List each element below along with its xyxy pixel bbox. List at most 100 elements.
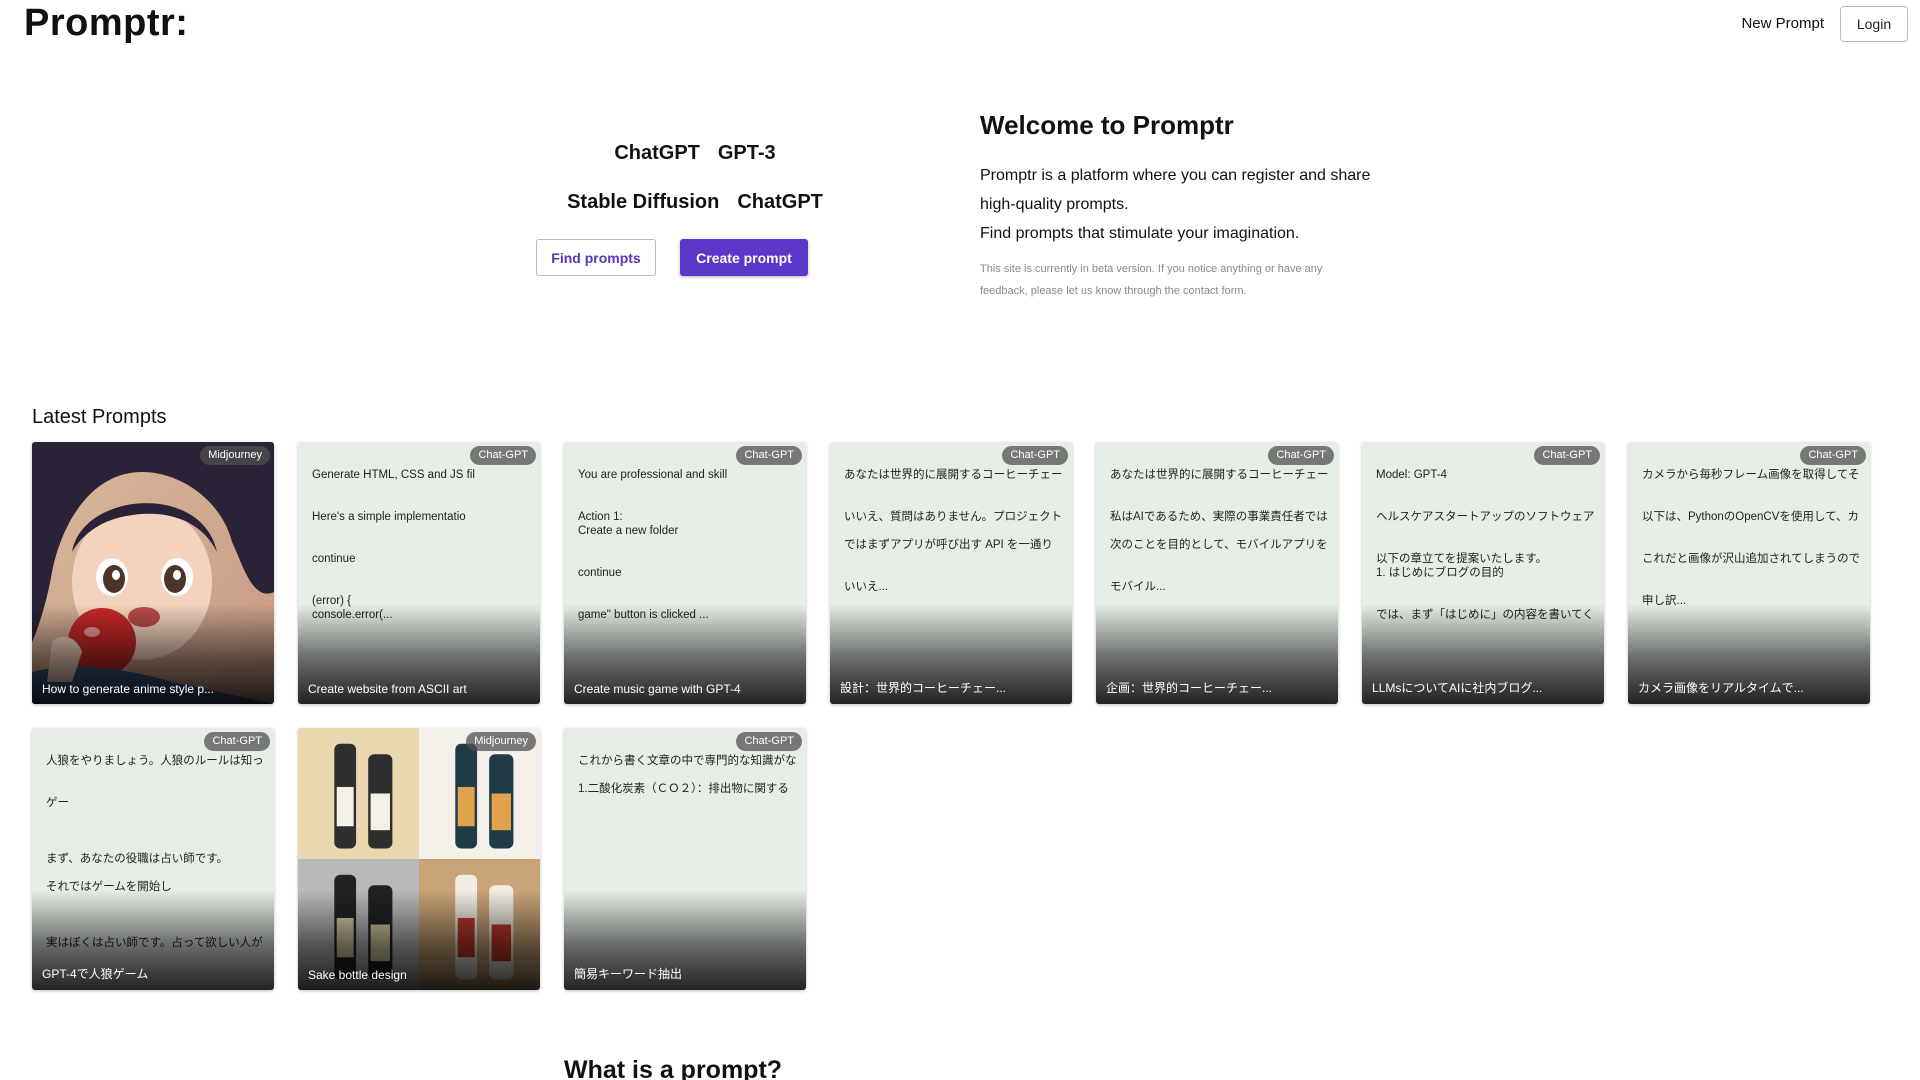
prompt-preview-text: Model: GPT-4 ヘルスケアスタートアップのソフトウェア 以下の章立てを提案… bbox=[1376, 468, 1604, 622]
prompt-preview-line: Generate HTML, CSS and JS fil bbox=[312, 469, 475, 481]
prompt-preview-line bbox=[844, 482, 1072, 496]
prompt-preview-line bbox=[1376, 538, 1604, 552]
model-badge: Chat-GPT bbox=[470, 446, 536, 465]
keyword-stable-diffusion: Stable Diffusion bbox=[567, 191, 720, 213]
prompt-preview-text: Generate HTML, CSS and JS fil Here's a si… bbox=[312, 468, 540, 622]
prompt-preview-line: あなたは世界的に展開するコーヒーチェー bbox=[1110, 469, 1329, 481]
prompt-preview-line: You are professional and skill bbox=[578, 469, 728, 481]
prompt-card[interactable]: これから書く文章の中で専門的な知識がな 1.二酸化炭素（ＣＯ２）：排出物に関する C… bbox=[564, 728, 806, 990]
prompt-preview-line bbox=[312, 482, 540, 496]
prompt-card[interactable]: あなたは世界的に展開するコーヒーチェー いいえ、質問はありません。プロジェクト では… bbox=[830, 442, 1072, 704]
prompt-preview-line: いいえ、質問はありません。プロジェクト bbox=[844, 511, 1063, 523]
prompt-card-title: LLMsについてAIに社内ブログ... bbox=[1372, 681, 1543, 695]
prompt-preview-line bbox=[312, 496, 540, 510]
prompt-preview-line: ゲー bbox=[46, 797, 69, 809]
prompt-preview-text: You are professional and skill Action 1: C… bbox=[578, 468, 806, 622]
prompt-preview-line bbox=[1110, 482, 1338, 496]
prompt-preview-line bbox=[1642, 580, 1870, 594]
prompt-card-title: 設計：世界的コーヒーチェー... bbox=[840, 681, 1007, 695]
prompt-preview-line: 次のことを目的として、モバイルアプリを bbox=[1110, 539, 1328, 551]
prompt-preview-line: 以下の章立てを提案いたします。 bbox=[1376, 553, 1548, 565]
prompt-preview-line: これだと画像が沢山追加されてしまうので bbox=[1642, 553, 1861, 565]
prompt-preview-line bbox=[578, 538, 806, 552]
model-badge: Chat-GPT bbox=[1534, 446, 1600, 465]
prompt-card-title: Create music game with GPT-4 bbox=[574, 682, 741, 696]
prompt-preview-line bbox=[1376, 524, 1604, 538]
prompt-preview-line bbox=[1376, 482, 1604, 496]
prompt-card[interactable]: Model: GPT-4 ヘルスケアスタートアップのソフトウェア 以下の章立てを提案… bbox=[1362, 442, 1604, 704]
prompt-preview-line bbox=[578, 768, 806, 782]
model-badge: Midjourney bbox=[466, 732, 536, 751]
model-badge: Chat-GPT bbox=[736, 732, 802, 751]
prompt-preview-line bbox=[46, 824, 274, 838]
prompt-preview-line bbox=[578, 482, 806, 496]
prompt-preview-line bbox=[1110, 524, 1338, 538]
beta-note-line: feedback, please let us know through the… bbox=[980, 285, 1247, 297]
top-header: Promptr: New Prompt Login bbox=[0, 0, 1920, 64]
prompt-preview-line bbox=[844, 552, 1072, 566]
new-prompt-link[interactable]: New Prompt bbox=[1741, 14, 1824, 34]
prompt-preview-line bbox=[46, 768, 274, 782]
prompt-card[interactable]: Midjourney Sake bottle design bbox=[298, 728, 540, 990]
model-badge: Chat-GPT bbox=[1002, 446, 1068, 465]
prompt-preview-line: ではまずアプリが呼び出す API を一通り bbox=[844, 539, 1053, 551]
prompt-preview-line: まず、あなたの役職は占い師です。 bbox=[46, 853, 229, 865]
prompt-card[interactable]: Midjourney How to generate anime style p.… bbox=[32, 442, 274, 704]
prompt-preview-line: いいえ... bbox=[844, 581, 889, 593]
prompt-card[interactable]: カメラから毎秒フレーム画像を取得してそ 以下は、PythonのOpenCVを使用し… bbox=[1628, 442, 1870, 704]
beta-note-line: This site is currently in beta version. … bbox=[980, 263, 1323, 275]
prompt-card[interactable]: あなたは世界的に展開するコーヒーチェー 私はAIであるため、実際の事業責任者では次… bbox=[1096, 442, 1338, 704]
prompt-preview-line bbox=[1376, 580, 1604, 594]
beta-note: This site is currently in beta version. … bbox=[980, 258, 1400, 302]
keyword-chatgpt-2: ChatGPT bbox=[737, 191, 823, 213]
prompt-preview-line: これから書く文章の中で専門的な知識がな bbox=[578, 755, 797, 767]
prompt-preview-line: Action 1: bbox=[578, 511, 623, 523]
prompt-preview-text: あなたは世界的に展開するコーヒーチェー 私はAIであるため、実際の事業責任者では次… bbox=[1110, 468, 1338, 594]
prompt-preview-line bbox=[1376, 496, 1604, 510]
prompt-preview-line bbox=[1110, 552, 1338, 566]
prompt-preview-line bbox=[578, 496, 806, 510]
hero-buttons: Find prompts Create prompt bbox=[536, 239, 808, 276]
prompt-preview-line: 1.二酸化炭素（ＣＯ２）：排出物に関する bbox=[578, 783, 789, 795]
prompt-card-title: カメラ画像をリアルタイムで... bbox=[1638, 681, 1804, 695]
prompt-card-title: Create website from ASCII art bbox=[308, 682, 467, 696]
prompt-preview-line: Create a new folder bbox=[578, 525, 679, 537]
prompt-card-title: 簡易キーワード抽出 bbox=[574, 967, 683, 981]
prompt-preview-line: Model: GPT-4 bbox=[1376, 469, 1447, 481]
prompt-card[interactable]: 人狼をやりましょう。人狼のルールは知っ ゲー まず、あなたの役職は占い師です。 それで… bbox=[32, 728, 274, 990]
find-prompts-button[interactable]: Find prompts bbox=[536, 239, 656, 276]
create-prompt-button[interactable]: Create prompt bbox=[680, 239, 808, 276]
keyword-gpt3: GPT-3 bbox=[717, 142, 776, 164]
model-badge: Chat-GPT bbox=[1268, 446, 1334, 465]
prompt-card[interactable]: Generate HTML, CSS and JS fil Here's a si… bbox=[298, 442, 540, 704]
prompt-preview-line bbox=[1110, 496, 1338, 510]
prompt-preview-line bbox=[844, 496, 1072, 510]
prompt-preview-text: カメラから毎秒フレーム画像を取得してそ 以下は、PythonのOpenCVを使用し… bbox=[1642, 468, 1870, 608]
prompt-preview-text: あなたは世界的に展開するコーヒーチェー いいえ、質問はありません。プロジェクト では… bbox=[844, 468, 1072, 594]
welcome-description: Promptr is a platform where you can regi… bbox=[980, 161, 1400, 248]
site-logo[interactable]: Promptr: bbox=[24, 2, 188, 45]
prompt-preview-line bbox=[1642, 538, 1870, 552]
welcome-desc-line: high-quality prompts. bbox=[980, 196, 1129, 213]
prompt-preview-line: モバイル... bbox=[1110, 581, 1166, 593]
prompt-card[interactable]: You are professional and skill Action 1: C… bbox=[564, 442, 806, 704]
keyword-row-2: Stable Diffusion ChatGPT bbox=[520, 191, 870, 214]
prompt-preview-line: ヘルスケアスタートアップのソフトウェア bbox=[1376, 511, 1595, 523]
model-badge: Chat-GPT bbox=[1800, 446, 1866, 465]
keyword-row-1: ChatGPT GPT-3 bbox=[520, 142, 870, 165]
prompt-preview-line bbox=[1110, 566, 1338, 580]
model-badge: Chat-GPT bbox=[204, 732, 270, 751]
prompt-preview-line bbox=[46, 838, 274, 852]
model-badge: Chat-GPT bbox=[736, 446, 802, 465]
prompt-preview-text: これから書く文章の中で専門的な知識がな 1.二酸化炭素（ＣＯ２）：排出物に関する bbox=[578, 754, 806, 796]
login-button[interactable]: Login bbox=[1840, 6, 1908, 42]
prompt-preview-line bbox=[578, 552, 806, 566]
prompt-preview-line bbox=[1642, 496, 1870, 510]
what-is-prompt-title: What is a prompt? bbox=[564, 1056, 783, 1080]
prompt-preview-line bbox=[312, 580, 540, 594]
prompt-preview-line: continue bbox=[312, 553, 356, 565]
prompt-preview-line bbox=[1642, 524, 1870, 538]
prompt-preview-line: continue bbox=[578, 567, 622, 579]
prompt-preview-line: カメラから毎秒フレーム画像を取得してそ bbox=[1642, 469, 1860, 481]
prompt-preview-line bbox=[1642, 482, 1870, 496]
